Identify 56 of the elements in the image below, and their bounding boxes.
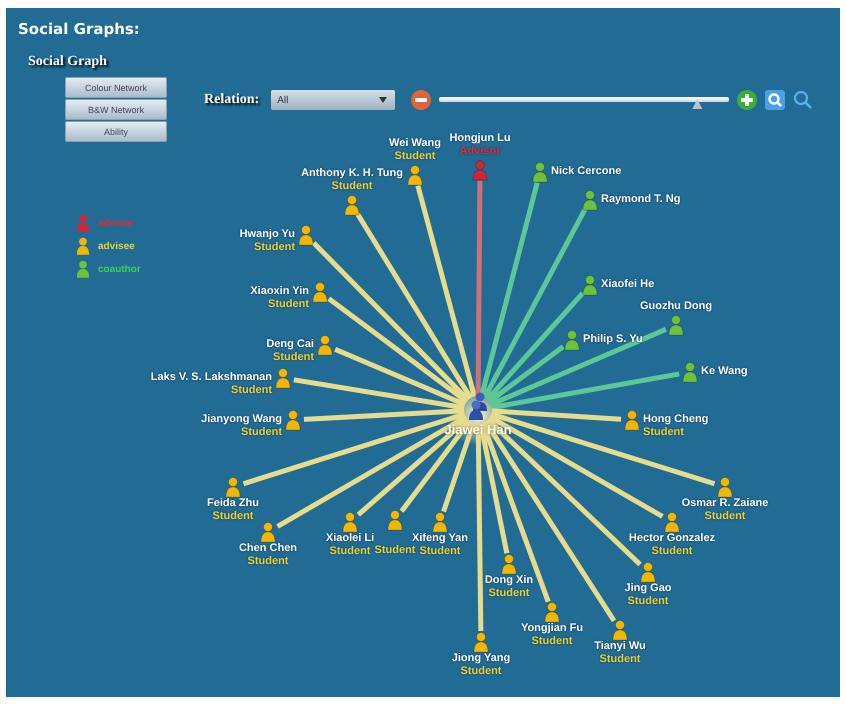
node-role: Student [246, 555, 290, 568]
node-role: Student [240, 426, 282, 439]
view-button[interactable]: Colour Network [65, 77, 167, 98]
legend-label: coauthor [98, 264, 141, 274]
node-role: Student [212, 510, 254, 523]
node-role: Student [267, 298, 309, 311]
node-role: Student [272, 351, 314, 364]
node-name: Hongjun Lu [449, 132, 511, 145]
node-role: Student [230, 384, 272, 397]
node-name: Wei Wang [389, 137, 441, 150]
relation-label: Relation: [204, 92, 260, 108]
node-role: Student [328, 545, 372, 558]
view-button[interactable]: B&W Network [65, 99, 167, 120]
node-name: Raymond T. Ng [601, 193, 680, 206]
node-name: Philip S. Yu [583, 333, 643, 346]
node-name: Jiong Yang [452, 652, 510, 665]
node-name: Dong Xin [484, 574, 534, 587]
node-role: Student [330, 180, 374, 193]
node-name: Ke Wang [701, 365, 748, 378]
node-name: Xiaofei He [601, 278, 654, 291]
node-role: Student [626, 595, 670, 608]
node-name: Xifeng Yan [412, 532, 468, 545]
node-name: Tianyi Wu [594, 640, 646, 653]
node-role: Student [253, 241, 295, 254]
legend-label: advisee [98, 240, 135, 252]
node-role: Student [704, 510, 746, 523]
node-name: Xiaoxin Yin [250, 285, 309, 298]
section-title: Social Graph [28, 54, 108, 70]
node-name: Hwanjo Yu [240, 228, 295, 241]
node-name: Chen Chen [238, 542, 298, 555]
node-name: Hector Gonzalez [628, 532, 716, 545]
legend-label: advisor [98, 218, 134, 228]
node-role: Student [530, 635, 574, 648]
node-name: Anthony K. H. Tung [301, 167, 403, 180]
node-role: Student [643, 426, 685, 439]
node-role: Student [598, 653, 642, 666]
node-name: Jianyong Wang [201, 413, 282, 426]
node-role: Student [374, 544, 416, 557]
node-name: Hong Cheng [643, 413, 708, 426]
node-role: Student [488, 587, 530, 600]
relation-dropdown[interactable]: All [271, 90, 396, 110]
node-role: Student [460, 665, 502, 678]
page-title: Social Graphs: [18, 20, 141, 38]
node-name: Osmar R. Zaiane [682, 497, 768, 510]
node-role: Student [394, 150, 436, 163]
node-name: Nick Cercone [551, 165, 622, 178]
node-name: Xiaolei Li [326, 532, 374, 545]
node-name: Guozhu Dong [640, 300, 712, 313]
node-role: Advisor [458, 145, 502, 158]
node-role: Student [650, 545, 694, 558]
view-button[interactable]: Ability [65, 121, 167, 142]
node-name: Laks V. S. Lakshmanan [150, 371, 272, 384]
node-name: Feida Zhu [207, 497, 259, 510]
node-name: Deng Cai [266, 338, 314, 351]
node-name: Jing Gao [624, 582, 672, 595]
node-name: Yongjian Fu [520, 622, 584, 635]
